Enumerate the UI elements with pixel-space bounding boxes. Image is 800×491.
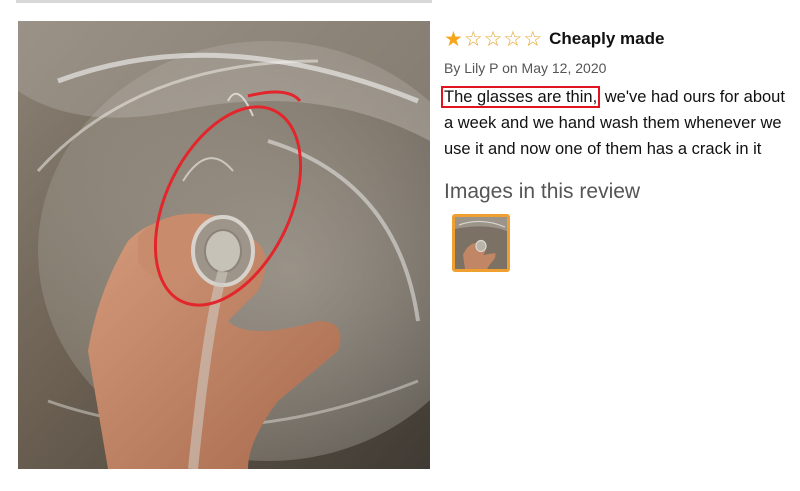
star-filled-icon: ★ [444, 27, 463, 51]
review-image-thumbnail[interactable] [452, 214, 510, 272]
star-empty-icon: ☆ [523, 27, 543, 51]
star-rating: ★ ☆ ☆ ☆ ☆ [444, 29, 542, 50]
rating-row: ★ ☆ ☆ ☆ ☆ Cheaply made [444, 26, 790, 52]
review-byline: By Lily P on May 12, 2020 [444, 60, 607, 76]
review-body: The glasses are thin, we've had ours for… [441, 84, 790, 162]
review-photo [18, 21, 430, 469]
star-empty-icon: ☆ [503, 27, 523, 51]
highlighted-text: The glasses are thin, [441, 86, 601, 108]
top-divider [16, 0, 432, 3]
images-heading: Images in this review [444, 180, 641, 203]
review-title[interactable]: Cheaply made [549, 29, 664, 49]
review-panel: ★ ☆ ☆ ☆ ☆ Cheaply made By Lily P on May … [441, 26, 790, 272]
star-empty-icon: ☆ [483, 27, 503, 51]
star-empty-icon: ☆ [463, 27, 483, 51]
